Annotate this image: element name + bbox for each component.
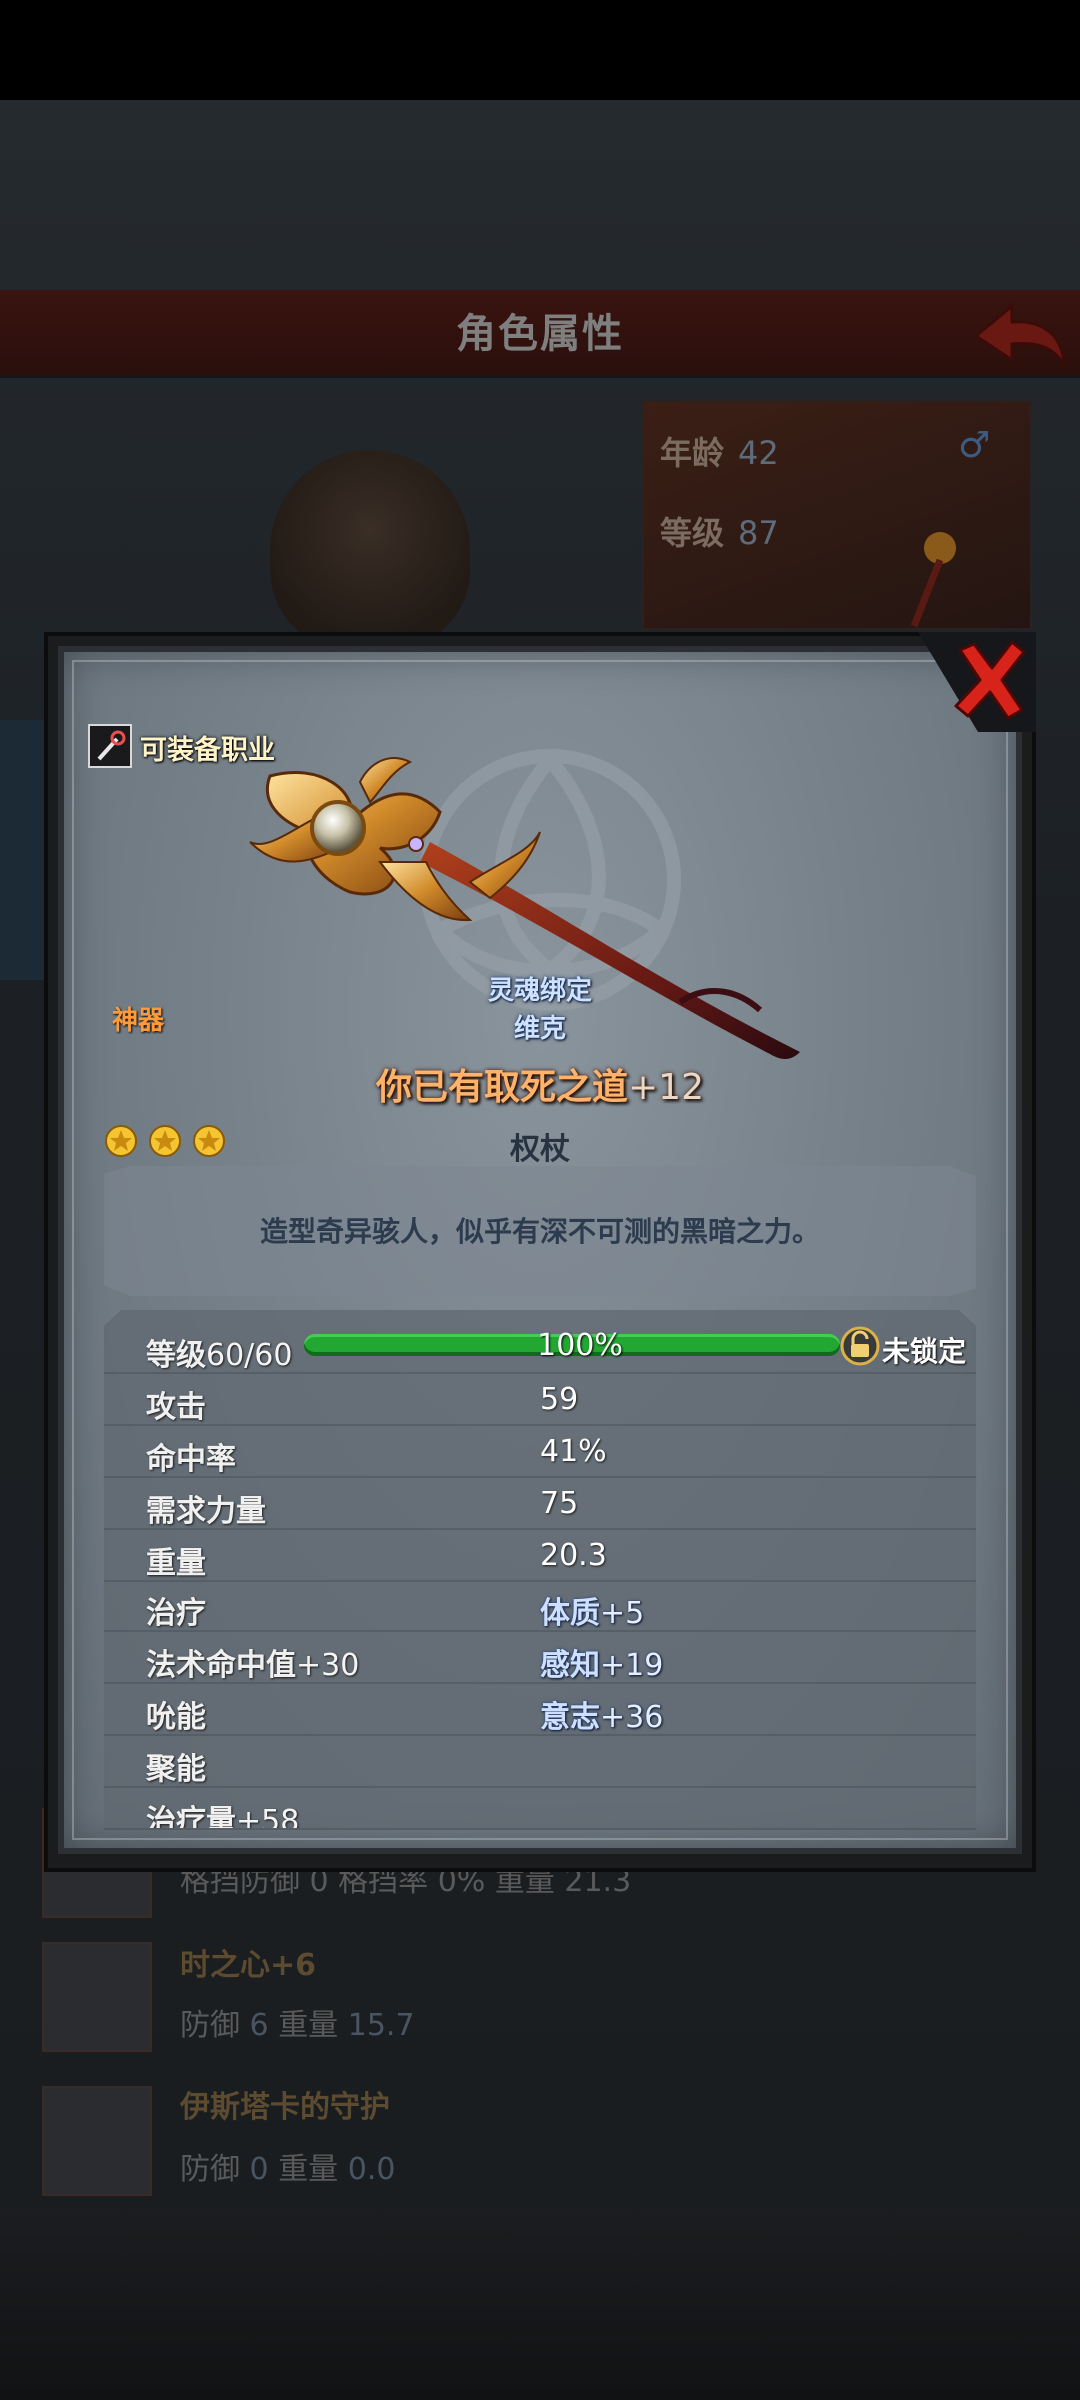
level-stat: 等级 87 (660, 514, 779, 552)
level-label: 等级60/60 (146, 1338, 293, 1373)
male-icon: ♂ (958, 425, 991, 466)
stat-row: 攻击 59 (104, 1374, 976, 1426)
stat-label: 聚能 (146, 1752, 206, 1787)
stat-row: 聚能 (104, 1736, 976, 1788)
stat-row: 吮能 意志+36 (104, 1684, 976, 1736)
mage-class-icon (88, 724, 132, 768)
item-name: 你已有取死之道+12 (240, 1058, 840, 1110)
stat-label: 需求力量 (146, 1494, 266, 1529)
equipped-staff-icon (910, 532, 956, 628)
character-portrait (270, 450, 470, 650)
lock-status[interactable]: 未锁定 (882, 1330, 966, 1370)
equipment-slot-2-stats: 防御 6 重量 15.7 (180, 2008, 415, 2043)
screen-title: 角色属性 (456, 311, 624, 357)
item-enhance-level: +12 (628, 1067, 704, 1108)
star-rating (104, 1124, 226, 1158)
age-stat: 年龄 42 (660, 434, 779, 472)
stat-row: 法术命中值+30 感知+19 (104, 1632, 976, 1684)
stat-label: 吮能 (146, 1700, 206, 1735)
stat-value: 41% (540, 1434, 607, 1469)
star-icon (105, 1125, 137, 1157)
stat-row: 治疗 体质+5 (104, 1580, 976, 1632)
stat-row: 需求力量 75 (104, 1478, 976, 1530)
close-icon[interactable] (952, 640, 1028, 720)
equipment-slot-3-name: 伊斯塔卡的守护 (180, 2090, 390, 2125)
back-arrow-icon[interactable] (972, 300, 1068, 370)
stat-label: 重量 (146, 1546, 206, 1581)
stat-label: 命中率 (146, 1442, 236, 1477)
soulbound-label: 灵魂绑定 (487, 976, 592, 1006)
stat-label: 法术命中值+30 (146, 1648, 360, 1683)
star-icon (193, 1125, 225, 1157)
stat-bonus: 体质+5 (540, 1596, 645, 1631)
stat-value: 59 (540, 1382, 579, 1417)
soulbound-owner: 维克 (513, 1014, 566, 1044)
stat-label: 治疗 (146, 1596, 206, 1631)
equipment-slot-2[interactable] (42, 1942, 152, 2052)
stat-row: 命中率 41% (104, 1426, 976, 1478)
equipment-slot-3[interactable] (42, 2086, 152, 2196)
stat-bonus: 感知+19 (540, 1648, 664, 1683)
stat-row: 治疗量+58 (104, 1788, 976, 1830)
bottom-area (0, 2210, 1080, 2400)
equipment-slot-2-name: 时之心+6 (180, 1948, 317, 1983)
stat-label: 攻击 (146, 1390, 206, 1425)
item-type: 权杖 (510, 1132, 570, 1167)
status-bar (0, 0, 1080, 100)
stat-row: 重量 20.3 (104, 1530, 976, 1582)
star-icon (149, 1125, 181, 1157)
equipment-slot-3-stats: 防御 0 重量 0.0 (180, 2152, 396, 2187)
level-progress-text: 100% (537, 1328, 623, 1363)
item-quality: 神器 (112, 1006, 165, 1036)
item-description: 造型奇异骇人，似乎有深不可测的黑暗之力。 (259, 1215, 820, 1248)
stat-value: 75 (540, 1486, 579, 1521)
item-name-text: 你已有取死之道 (376, 1067, 629, 1108)
stat-bonus: 意志+36 (540, 1700, 664, 1735)
stat-label: 治疗量+58 (146, 1804, 300, 1830)
stat-value: 20.3 (540, 1538, 607, 1573)
lock-icon[interactable] (840, 1326, 880, 1366)
